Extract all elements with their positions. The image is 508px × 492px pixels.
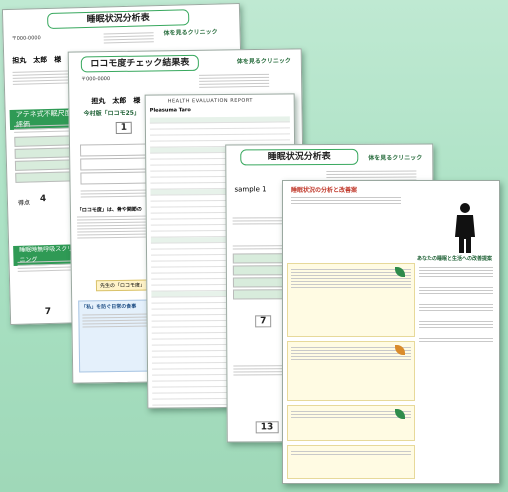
sheet2-result-num: 1	[115, 121, 133, 134]
sheet1-section-a-body	[13, 122, 76, 183]
sheet2-logo: 体を見るクリニック	[236, 57, 291, 66]
sheet1-recipient: 担丸 太郎 様	[12, 55, 62, 65]
sheet5-right-head: あなたの睡眠と生活への改善提案	[417, 256, 493, 262]
sheet1-intro-text	[12, 68, 73, 87]
sheet1-postal: 〒000-0000	[11, 35, 41, 42]
sheet5-box-1	[287, 263, 415, 337]
person-silhouette-icon	[455, 203, 475, 253]
sleep-improvement-sheet: 睡眠状況の分析と改善案 あなたの睡眠と生活への改善提案	[282, 180, 500, 484]
sheet5-right-list	[419, 265, 493, 344]
sheet2-title: ロコモ度チェック結果表	[80, 54, 199, 73]
sheet2-footer-link: 先生の「ロコモ度」	[95, 279, 150, 292]
sheet1-score-a: 4	[39, 194, 47, 205]
sheet2-chart-block	[79, 143, 151, 200]
sheet4-logo: 体を見るクリニック	[368, 154, 423, 162]
sheet1-score-b: 7	[44, 306, 52, 318]
sheet4-title: 睡眠状況分析表	[240, 148, 359, 166]
sheet2-tips-head: 「私」を防ぐ日常の食事	[81, 303, 137, 311]
sheet1-logo: 体を見るクリニック	[163, 28, 218, 37]
sheet4-recipient: sample 1	[234, 185, 267, 194]
sheet2-postal: 〒000-0000	[81, 76, 111, 83]
sheet3-title: HEALTH EVALUATION REPORT	[167, 97, 254, 105]
sheet2-info	[199, 72, 270, 90]
sheet5-intro	[291, 195, 401, 206]
sheet1-info	[103, 30, 154, 45]
sheet2-subtitle: 今村版「ロコモ25」	[83, 109, 140, 118]
sheet2-note-head: 「ロコモ度」は、骨や関節の	[76, 206, 142, 214]
sheet4-score-a: 7	[255, 315, 272, 328]
sheet5-title: 睡眠状況の分析と改善案	[291, 187, 358, 194]
sheet2-note-body	[76, 214, 150, 241]
sheet1-title: 睡眠状況分析表	[47, 9, 190, 29]
sheet4-score-b: 13	[255, 421, 279, 434]
collage-background: 睡眠状況分析表 〒000-0000 体を見るクリニック 担丸 太郎 様 アテネ式…	[0, 0, 508, 492]
sheet1-section-b-body	[17, 258, 76, 274]
sheet5-box-4	[287, 445, 415, 479]
sheet2-tips-box: 「私」を防ぐ日常の食事	[78, 299, 154, 373]
sheet2-recipient: 担丸 太郎 様	[91, 96, 141, 106]
sheet3-name: Pleasuma Taro	[149, 107, 191, 114]
sheet1-score-a-label: 得点	[17, 199, 31, 207]
